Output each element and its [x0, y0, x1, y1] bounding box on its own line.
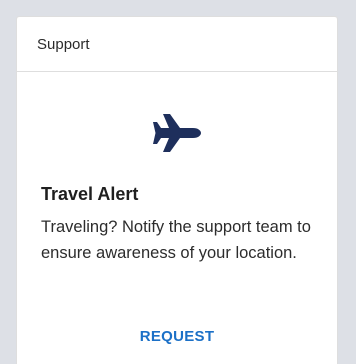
request-action: REQUEST — [17, 328, 337, 346]
request-button[interactable]: REQUEST — [140, 328, 215, 345]
alert-title: Travel Alert — [41, 184, 139, 204]
card-header-title: Support — [37, 35, 90, 53]
airplane-icon — [17, 112, 337, 154]
card-header: Support — [17, 17, 337, 72]
alert-description: Traveling? Notify the support team to en… — [41, 218, 311, 262]
support-card: Support Travel Alert Traveling? Notify t… — [16, 16, 338, 364]
card-body: Travel Alert Traveling? Notify the suppo… — [17, 72, 337, 364]
